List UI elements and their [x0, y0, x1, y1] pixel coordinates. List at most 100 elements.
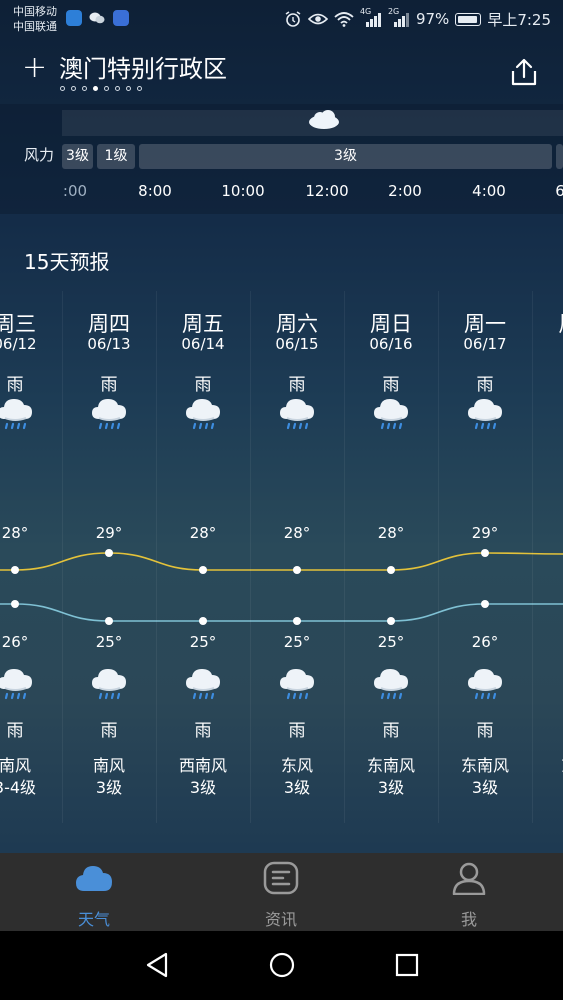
high-temp-point	[481, 549, 489, 557]
high-temp-label: 28°	[1, 524, 29, 542]
day-date: 0	[523, 335, 563, 353]
low-temp-point	[293, 617, 301, 625]
day-condition: 雨	[382, 375, 400, 395]
night-condition: 雨	[288, 721, 306, 741]
low-temp-label: 25°	[283, 633, 311, 651]
nav-news[interactable]: 资讯	[221, 853, 341, 931]
hourly-forecast[interactable]: 风力 3级 1级 3级 :00 8:00 10:00 12:00 2:00 4:…	[0, 104, 563, 214]
day-date: 06/16	[369, 335, 413, 353]
nav-me[interactable]: 我	[409, 853, 529, 931]
forecast-panel[interactable]: 周三06/12 雨 28° 26° 雨南风 3-4级 周四06/13 雨 29° 25° 雨南风 3级…	[0, 291, 563, 823]
day-weekday: 周	[523, 308, 563, 338]
day-condition: 雨	[288, 375, 306, 395]
rain-cloud-icon	[277, 395, 317, 439]
signal-2g-icon: 2G	[388, 7, 410, 28]
high-temp-point	[293, 566, 301, 574]
high-temp-label: 29°	[471, 524, 499, 542]
battery-percent: 97%	[415, 10, 450, 28]
day-weekday: 周一	[464, 312, 506, 336]
low-temp-label: 25°	[189, 633, 217, 651]
low-temp-point	[199, 617, 207, 625]
home-button[interactable]	[268, 951, 296, 983]
page-dot	[82, 86, 87, 91]
low-temp-label: 25°	[377, 633, 405, 651]
day-weekday: 周六	[276, 312, 318, 336]
low-temp-point	[387, 617, 395, 625]
day-date: 06/15	[275, 335, 319, 353]
wind-direction: 西南风	[178, 756, 227, 775]
cloud-icon	[307, 108, 341, 134]
rain-cloud-icon	[0, 665, 35, 709]
wind-direction: 东南风	[460, 756, 509, 775]
eye-icon	[307, 13, 328, 25]
wind-level: 3级	[189, 778, 217, 797]
city-title: 澳门特别行政区	[59, 55, 227, 83]
nav-weather-label: 天气	[77, 910, 110, 929]
signal-4g-icon: 4G	[360, 7, 382, 28]
rain-cloud-icon	[89, 665, 129, 709]
page-dot	[126, 86, 131, 91]
night-condition: 雨	[476, 721, 494, 741]
high-temp-label: 28°	[283, 524, 311, 542]
hour-label: 4:00	[472, 182, 506, 200]
night-condition: 雨	[100, 721, 118, 741]
share-button[interactable]	[508, 57, 540, 89]
page-indicator	[60, 86, 142, 91]
low-temp-point	[481, 600, 489, 608]
high-temp-point	[199, 566, 207, 574]
wind-level: 3级	[283, 778, 311, 797]
hour-label: 10:00	[221, 182, 265, 200]
rain-cloud-icon	[371, 395, 411, 439]
system-nav-bar	[0, 931, 563, 1000]
recents-button[interactable]	[394, 951, 420, 983]
day-condition: 雨	[100, 375, 118, 395]
page-dot	[137, 86, 142, 91]
day-date: 06/14	[181, 335, 225, 353]
wind-level: 3级	[377, 778, 405, 797]
page-dot	[71, 86, 76, 91]
carrier-1: 中国移动	[13, 5, 57, 18]
rain-cloud-icon	[89, 395, 129, 439]
rain-cloud-icon	[0, 395, 35, 439]
wind-direction: 东南风	[366, 756, 415, 775]
back-button[interactable]	[144, 951, 170, 983]
wind-direction: 南风	[92, 756, 125, 775]
security-app-icon	[66, 10, 82, 26]
low-temp-label: 26°	[471, 633, 499, 651]
high-temp-label: 29°	[95, 524, 123, 542]
hour-label: 2:00	[388, 182, 422, 200]
high-temp-line	[0, 552, 563, 571]
night-condition: 雨	[6, 721, 24, 741]
wind-level: 3级	[95, 778, 123, 797]
carrier-2: 中国联通	[13, 20, 57, 33]
high-temp-point	[11, 566, 19, 574]
home-circle-icon	[269, 952, 295, 978]
low-temp-point	[11, 600, 19, 608]
status-time: 早上7:25	[487, 10, 551, 29]
rain-cloud-icon	[465, 395, 505, 439]
rain-cloud-icon	[371, 665, 411, 709]
high-temp-label: 28°	[189, 524, 217, 542]
low-temp-line	[0, 603, 563, 622]
column-divider	[532, 291, 533, 823]
high-temp-point	[105, 549, 113, 557]
wind-segment: 3级	[62, 144, 93, 169]
day-weekday: 周四	[88, 312, 130, 336]
day-weekday: 周日	[370, 312, 412, 336]
wind-segment: 3级	[139, 144, 552, 169]
hour-label: 6	[555, 182, 563, 200]
news-icon	[263, 861, 299, 895]
wind-direction: 东风	[280, 756, 313, 775]
day-date: 06/12	[0, 335, 37, 353]
rain-cloud-icon	[183, 395, 223, 439]
nav-news-label: 资讯	[264, 910, 297, 929]
nav-weather[interactable]: 天气	[34, 853, 154, 931]
add-city-button[interactable]: +	[22, 53, 47, 83]
rain-cloud-icon	[465, 665, 505, 709]
wind-level: 3级	[471, 778, 499, 797]
bottom-nav: 天气 资讯 我	[0, 853, 563, 931]
day-condition: 雨	[194, 375, 212, 395]
night-condition: 雨	[382, 721, 400, 741]
page-dot	[93, 86, 98, 91]
hour-label: 12:00	[305, 182, 349, 200]
